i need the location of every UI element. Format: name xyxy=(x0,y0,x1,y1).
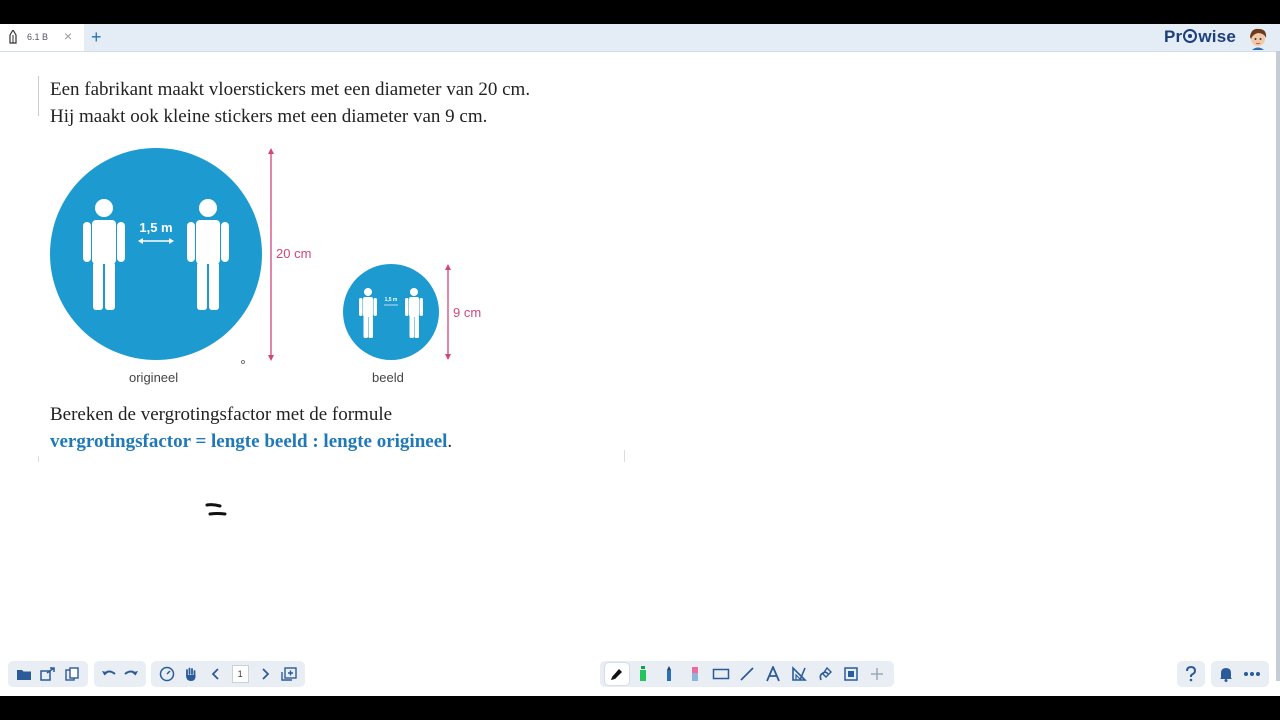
add-page-button[interactable] xyxy=(277,661,301,687)
small-sticker-distance: 1,5 m xyxy=(385,297,398,303)
hand-icon xyxy=(186,667,196,681)
frame-icon xyxy=(844,667,858,681)
page-bottom-right-border xyxy=(624,450,625,462)
rectangle-tool-button[interactable] xyxy=(708,661,734,687)
history-toolbar xyxy=(94,661,146,687)
notifications-button[interactable] xyxy=(1213,661,1239,687)
eraser-button[interactable] xyxy=(682,661,708,687)
pen-blue-icon xyxy=(667,666,671,681)
frame-tool-button[interactable] xyxy=(838,661,864,687)
triangle-ruler-icon xyxy=(792,666,807,681)
more-tools-button[interactable] xyxy=(864,661,890,687)
small-sticker xyxy=(343,264,439,360)
open-folder-button[interactable] xyxy=(12,661,36,687)
help-button[interactable] xyxy=(1178,661,1204,687)
user-avatar[interactable] xyxy=(1246,26,1270,50)
share-button[interactable] xyxy=(36,661,60,687)
magic-tool-button[interactable] xyxy=(812,661,838,687)
line-icon xyxy=(740,667,754,681)
pen-blue-button[interactable] xyxy=(656,661,682,687)
handwritten-equals-sign xyxy=(205,503,227,516)
highlighter-green-button[interactable] xyxy=(630,661,656,687)
clock-button[interactable] xyxy=(155,661,179,687)
redo-button[interactable] xyxy=(120,661,142,687)
add-page-icon xyxy=(281,667,297,681)
help-toolbar xyxy=(1177,661,1205,687)
undo-icon xyxy=(102,670,116,676)
share-icon xyxy=(40,667,55,681)
instruction-text: Bereken de vergrotingsfactor met de form… xyxy=(50,404,393,425)
prowise-logo: Pr wise xyxy=(1164,27,1237,46)
text-tool-button[interactable] xyxy=(760,661,786,687)
menu-button[interactable] xyxy=(1239,661,1265,687)
scrollbar[interactable] xyxy=(1276,51,1280,681)
bell-icon xyxy=(1220,668,1232,682)
pan-button[interactable] xyxy=(179,661,203,687)
question-icon xyxy=(1186,666,1197,682)
pen-tool-button[interactable] xyxy=(604,661,630,687)
big-sticker-distance: 1,5 m xyxy=(139,220,172,235)
chevron-left-icon xyxy=(211,668,219,680)
pages-icon xyxy=(65,667,79,681)
line-tool-button[interactable] xyxy=(734,661,760,687)
marker-icon xyxy=(611,669,622,680)
cursor-dot xyxy=(241,360,245,364)
top-bar: 6.1 B × + Pr wise xyxy=(0,24,1280,52)
highlighter-green-icon xyxy=(640,666,646,681)
tab-title: 6.1 B xyxy=(27,32,49,42)
notification-toolbar xyxy=(1211,661,1269,687)
add-tab-icon[interactable]: + xyxy=(91,26,102,48)
worksheet-image: Een fabrikant maakt vloerstickers met ee… xyxy=(38,74,625,462)
ruler-tool-button[interactable] xyxy=(786,661,812,687)
big-sticker xyxy=(50,148,262,360)
big-dimension-label: 20 cm xyxy=(276,246,311,261)
stickers-figure: 1,5 m 20 cm 1,5 m 9 cm xyxy=(50,148,481,364)
whiteboard-app: 6.1 B × + Pr wise Een fabrikant maakt vlo… xyxy=(0,24,1280,696)
formula-text: vergrotingsfactor = lengte beeld : lengt… xyxy=(50,431,453,452)
folder-icon xyxy=(17,670,31,680)
document-tab[interactable]: 6.1 B × xyxy=(0,24,84,51)
drawing-toolbar xyxy=(600,661,894,687)
redo-icon xyxy=(124,670,138,676)
plus-move-icon xyxy=(871,668,883,680)
next-page-button[interactable] xyxy=(253,661,277,687)
chevron-right-icon xyxy=(262,668,269,680)
caption-image: beeld xyxy=(372,370,404,385)
pages-button[interactable] xyxy=(60,661,84,687)
magic-pen-icon xyxy=(819,666,832,681)
eraser-icon xyxy=(692,667,698,681)
close-tab-icon[interactable]: × xyxy=(64,28,72,44)
file-toolbar xyxy=(8,661,88,687)
small-dimension-label: 9 cm xyxy=(453,305,481,320)
page-bottom-left-border xyxy=(38,456,39,462)
undo-button[interactable] xyxy=(98,661,120,687)
page-number-field[interactable]: 1 xyxy=(231,665,249,683)
compass-icon xyxy=(159,666,175,682)
text-icon xyxy=(766,666,780,682)
navigation-toolbar: 1 xyxy=(151,661,305,687)
rectangle-icon xyxy=(712,668,730,680)
caption-original: origineel xyxy=(129,370,179,385)
more-dots-icon xyxy=(1244,672,1260,676)
pen-icon xyxy=(9,30,17,44)
previous-page-button[interactable] xyxy=(203,661,227,687)
